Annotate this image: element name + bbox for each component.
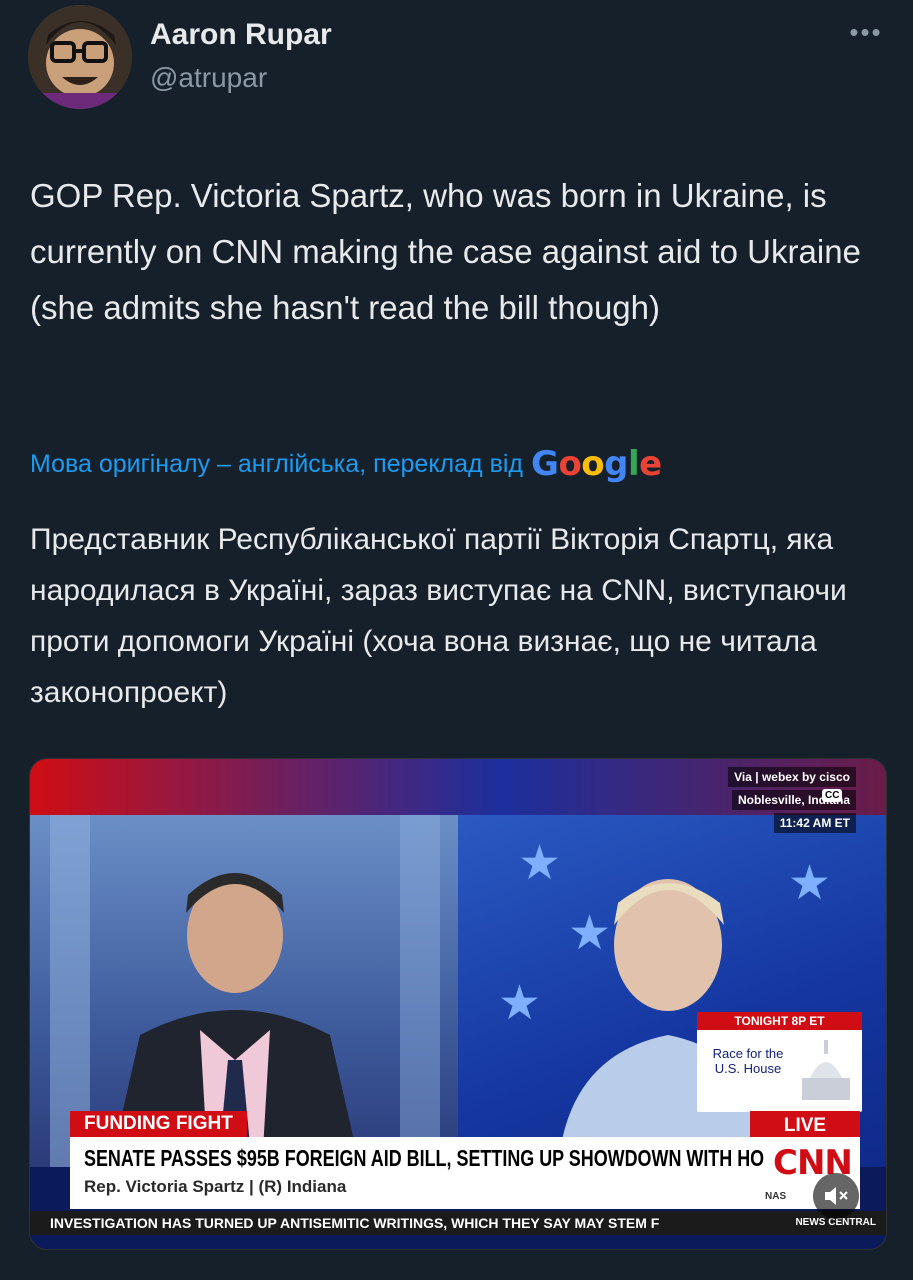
author-name[interactable]: Aaron Rupar	[150, 18, 332, 52]
translated-text: Представник Республіканської партії Вікт…	[30, 523, 847, 709]
chyron: SENATE PASSES $95B FOREIGN AID BILL, SET…	[70, 1137, 802, 1209]
closed-caption-badge[interactable]: CC	[822, 789, 843, 802]
google-logo: Google	[531, 444, 662, 484]
author-handle[interactable]: @atrupar	[150, 62, 267, 94]
mute-icon[interactable]	[813, 1173, 859, 1219]
promo-header: TONIGHT 8P ET	[697, 1012, 862, 1030]
promo-card: TONIGHT 8P ET Race for the U.S. House	[697, 1012, 862, 1112]
capitol-icon	[802, 1040, 850, 1100]
more-icon[interactable]: •••	[846, 19, 886, 46]
promo-title: Race for the U.S. House	[712, 1046, 784, 1076]
tweet-text: GOP Rep. Victoria Spartz, who was born i…	[30, 177, 861, 326]
video-player[interactable]: ★ ★ ★ ★ Via | webex by cisco Noblesville…	[29, 758, 887, 1250]
translation-attribution[interactable]: Мова оригіналу – англійська, переклад ві…	[30, 444, 662, 484]
chyron-subline: Rep. Victoria Spartz | (R) Indiana	[84, 1177, 347, 1196]
market-label: NAS	[765, 1191, 787, 1202]
translation-label: Мова оригіналу – англійська, переклад ві…	[30, 449, 524, 478]
chyron-headline: SENATE PASSES $95B FOREIGN AID BILL, SET…	[84, 1145, 802, 1171]
author-avatar[interactable]	[28, 5, 132, 109]
via-label: Via | webex by cisco	[728, 767, 856, 787]
news-ticker: INVESTIGATION HAS TURNED UP ANTISEMITIC …	[30, 1211, 886, 1235]
time-label: 11:42 AM ET	[773, 813, 856, 833]
chyron-tag: FUNDING FIGHT	[70, 1111, 247, 1137]
ticker-text: INVESTIGATION HAS TURNED UP ANTISEMITIC …	[50, 1215, 660, 1231]
